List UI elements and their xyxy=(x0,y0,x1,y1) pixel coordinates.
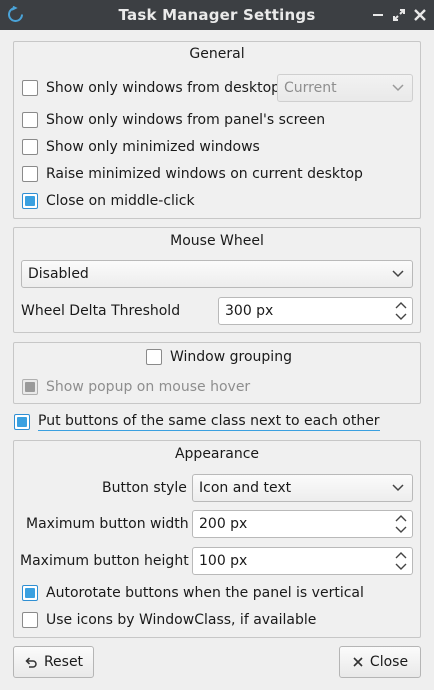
window-grouping-checkbox[interactable]: Window grouping xyxy=(146,349,292,365)
appearance-group: Appearance Button style Icon and text Ma… xyxy=(13,440,421,638)
minimized-only-label: Show only minimized windows xyxy=(46,139,260,155)
desktop-select[interactable]: Current xyxy=(277,74,413,102)
desktop-select-value: Current xyxy=(284,80,337,96)
close-icon xyxy=(353,657,363,667)
spin-arrows-icon[interactable] xyxy=(395,551,407,571)
max-height-spinbox[interactable]: 100 px xyxy=(192,547,413,575)
max-height-label: Maximum button height xyxy=(20,553,189,569)
autorotate-label: Autorotate buttons when the panel is ver… xyxy=(46,585,364,601)
spin-arrows-icon[interactable] xyxy=(395,301,407,321)
panel-screen-label: Show only windows from panel's screen xyxy=(46,112,326,128)
close-button[interactable]: Close xyxy=(339,646,421,678)
checkbox-box[interactable] xyxy=(14,414,30,430)
checkbox-box xyxy=(22,379,38,395)
close-button-label: Close xyxy=(369,654,409,670)
button-style-value: Icon and text xyxy=(199,480,292,496)
chevron-down-icon xyxy=(392,270,404,278)
checkbox-box[interactable] xyxy=(146,349,162,365)
button-style-label: Button style xyxy=(102,480,187,496)
desktop-only-label: Show only windows from desktop xyxy=(46,80,281,96)
wheel-mode-select[interactable]: Disabled xyxy=(21,260,413,288)
minimize-icon xyxy=(373,14,383,16)
chevron-down-icon xyxy=(392,84,404,92)
raise-minimized-checkbox[interactable]: Raise minimized windows on current deskt… xyxy=(22,166,363,182)
popup-hover-label: Show popup on mouse hover xyxy=(46,379,251,395)
desktop-only-checkbox[interactable]: Show only windows from desktop xyxy=(22,80,280,96)
autorotate-checkbox[interactable]: Autorotate buttons when the panel is ver… xyxy=(22,585,364,601)
max-width-value: 200 px xyxy=(199,516,248,532)
window-class-icons-label: Use icons by WindowClass, if available xyxy=(46,612,317,628)
checkbox-box[interactable] xyxy=(22,193,38,209)
spin-arrows-icon[interactable] xyxy=(395,514,407,534)
minimized-only-checkbox[interactable]: Show only minimized windows xyxy=(22,139,260,155)
reset-button[interactable]: Reset xyxy=(13,646,94,678)
wheel-threshold-label: Wheel Delta Threshold xyxy=(21,303,181,319)
checkbox-box[interactable] xyxy=(22,139,38,155)
wheel-threshold-spinbox[interactable]: 300 px xyxy=(218,297,413,325)
reset-button-label: Reset xyxy=(43,654,84,670)
max-height-value: 100 px xyxy=(199,553,248,569)
minimize-button[interactable] xyxy=(370,7,386,23)
mouse-wheel-group-title: Mouse Wheel xyxy=(170,233,264,249)
mouse-wheel-group: Mouse Wheel Disabled Wheel Delta Thresho… xyxy=(13,227,421,333)
undo-icon xyxy=(25,657,37,668)
panel-screen-checkbox[interactable]: Show only windows from panel's screen xyxy=(22,112,325,128)
window-title: Task Manager Settings xyxy=(118,6,316,24)
same-class-label: Put buttons of the same class next to ea… xyxy=(38,413,380,431)
checkbox-box[interactable] xyxy=(22,166,38,182)
appearance-group-title: Appearance xyxy=(174,446,260,462)
checkbox-box[interactable] xyxy=(22,80,38,96)
maximize-icon xyxy=(393,9,405,21)
checkbox-box[interactable] xyxy=(22,612,38,628)
button-style-select[interactable]: Icon and text xyxy=(192,474,413,502)
raise-minimized-label: Raise minimized windows on current deskt… xyxy=(46,166,363,182)
checkbox-box[interactable] xyxy=(22,112,38,128)
same-class-checkbox[interactable]: Put buttons of the same class next to ea… xyxy=(14,413,380,431)
close-middle-click-label: Close on middle-click xyxy=(46,193,195,209)
wheel-mode-value: Disabled xyxy=(28,266,89,282)
window-class-icons-checkbox[interactable]: Use icons by WindowClass, if available xyxy=(22,612,316,628)
chevron-down-icon xyxy=(392,484,404,492)
grouping-group: Window grouping Show popup on mouse hove… xyxy=(13,342,421,404)
close-icon xyxy=(414,9,426,21)
maximize-button[interactable] xyxy=(391,7,407,23)
popup-hover-checkbox: Show popup on mouse hover xyxy=(22,379,250,395)
window-grouping-label: Window grouping xyxy=(170,349,292,365)
checkbox-box[interactable] xyxy=(22,585,38,601)
wheel-threshold-value: 300 px xyxy=(225,303,274,319)
general-group: General Show only windows from desktop C… xyxy=(13,41,421,219)
close-window-button[interactable] xyxy=(412,7,428,23)
general-group-title: General xyxy=(189,46,245,62)
max-width-label: Maximum button width xyxy=(26,516,189,532)
max-width-spinbox[interactable]: 200 px xyxy=(192,510,413,538)
close-middle-click-checkbox[interactable]: Close on middle-click xyxy=(22,193,195,209)
title-bar: Task Manager Settings xyxy=(0,0,434,30)
